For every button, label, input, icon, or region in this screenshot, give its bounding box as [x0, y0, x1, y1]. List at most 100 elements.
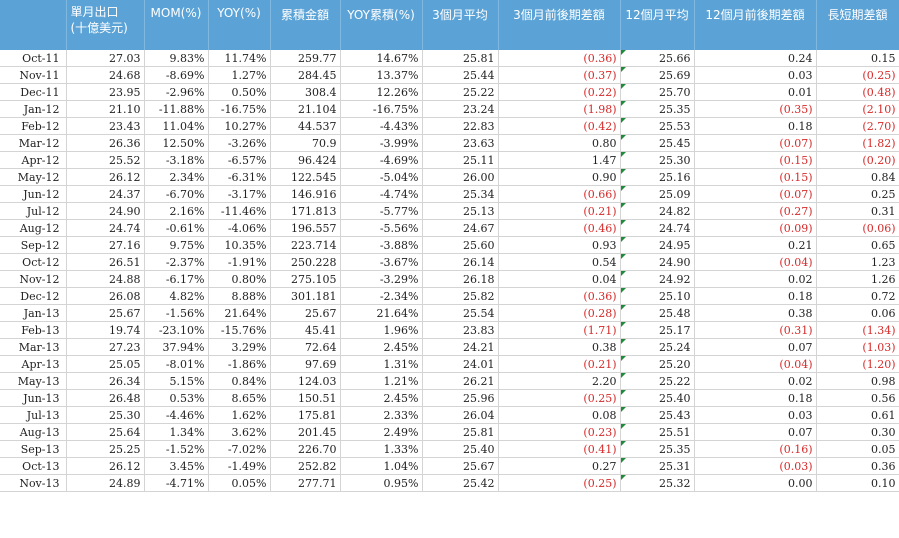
cell-month[interactable]: Mar-12	[0, 134, 67, 152]
cell-3m-diff[interactable]: 1.47	[498, 151, 621, 169]
cell-12m-diff[interactable]: 0.01	[694, 83, 817, 101]
cell-long-short-diff[interactable]: 0.72	[816, 287, 899, 305]
cell-yoy[interactable]: 1.27%	[208, 66, 271, 84]
cell-12m-diff[interactable]: 0.21	[694, 236, 817, 254]
cell-12m-avg[interactable]: 25.09	[620, 185, 695, 203]
cell-cumulative[interactable]: 275.105	[270, 270, 341, 288]
cell-yoy[interactable]: 0.05%	[208, 474, 271, 492]
cell-long-short-diff[interactable]: 0.56	[816, 389, 899, 407]
cell-cumulative[interactable]: 252.82	[270, 457, 341, 475]
cell-month[interactable]: Jun-13	[0, 389, 67, 407]
cell-monthly-export[interactable]: 25.05	[66, 355, 145, 373]
cell-3m-avg[interactable]: 23.24	[422, 100, 499, 118]
cell-month[interactable]: Oct-11	[0, 50, 67, 67]
header-cumulative[interactable]: 累積金額	[270, 0, 341, 50]
cell-12m-diff[interactable]: 0.24	[694, 50, 817, 67]
cell-long-short-diff[interactable]: 0.84	[816, 168, 899, 186]
cell-yoy-cumulative[interactable]: -4.43%	[340, 117, 423, 135]
cell-yoy[interactable]: 1.62%	[208, 406, 271, 424]
cell-3m-avg[interactable]: 26.00	[422, 168, 499, 186]
cell-12m-avg[interactable]: 24.74	[620, 219, 695, 237]
cell-cumulative[interactable]: 175.81	[270, 406, 341, 424]
cell-long-short-diff[interactable]: (2.10)	[816, 100, 899, 118]
cell-yoy-cumulative[interactable]: -4.69%	[340, 151, 423, 169]
cell-yoy-cumulative[interactable]: -3.88%	[340, 236, 423, 254]
cell-3m-avg[interactable]: 25.34	[422, 185, 499, 203]
cell-12m-diff[interactable]: 0.02	[694, 270, 817, 288]
cell-yoy[interactable]: 3.62%	[208, 423, 271, 441]
cell-3m-diff[interactable]: (1.71)	[498, 321, 621, 339]
cell-12m-diff[interactable]: 0.07	[694, 423, 817, 441]
cell-mom[interactable]: 1.34%	[144, 423, 209, 441]
cell-yoy[interactable]: -1.49%	[208, 457, 271, 475]
cell-cumulative[interactable]: 124.03	[270, 372, 341, 390]
cell-3m-diff[interactable]: (0.21)	[498, 355, 621, 373]
cell-12m-avg[interactable]: 25.20	[620, 355, 695, 373]
cell-3m-diff[interactable]: (0.28)	[498, 304, 621, 322]
cell-month[interactable]: Dec-12	[0, 287, 67, 305]
cell-mom[interactable]: -0.61%	[144, 219, 209, 237]
cell-yoy-cumulative[interactable]: -2.34%	[340, 287, 423, 305]
cell-yoy-cumulative[interactable]: 21.64%	[340, 304, 423, 322]
cell-3m-diff[interactable]: (0.25)	[498, 474, 621, 492]
cell-yoy[interactable]: 8.88%	[208, 287, 271, 305]
cell-month[interactable]: Jan-13	[0, 304, 67, 322]
cell-mom[interactable]: -6.17%	[144, 270, 209, 288]
cell-monthly-export[interactable]: 25.25	[66, 440, 145, 458]
cell-long-short-diff[interactable]: 0.36	[816, 457, 899, 475]
cell-cumulative[interactable]: 284.45	[270, 66, 341, 84]
cell-12m-avg[interactable]: 25.40	[620, 389, 695, 407]
cell-yoy-cumulative[interactable]: 1.96%	[340, 321, 423, 339]
cell-cumulative[interactable]: 72.64	[270, 338, 341, 356]
cell-cumulative[interactable]: 150.51	[270, 389, 341, 407]
cell-mom[interactable]: -4.71%	[144, 474, 209, 492]
cell-yoy-cumulative[interactable]: 1.04%	[340, 457, 423, 475]
cell-mom[interactable]: -2.37%	[144, 253, 209, 271]
cell-3m-diff[interactable]: 0.80	[498, 134, 621, 152]
cell-long-short-diff[interactable]: 0.98	[816, 372, 899, 390]
cell-12m-diff[interactable]: (0.07)	[694, 134, 817, 152]
cell-monthly-export[interactable]: 24.89	[66, 474, 145, 492]
cell-yoy[interactable]: 0.80%	[208, 270, 271, 288]
cell-12m-diff[interactable]: 0.02	[694, 372, 817, 390]
cell-monthly-export[interactable]: 25.67	[66, 304, 145, 322]
cell-monthly-export[interactable]: 27.23	[66, 338, 145, 356]
cell-12m-avg[interactable]: 25.53	[620, 117, 695, 135]
cell-month[interactable]: Jul-13	[0, 406, 67, 424]
cell-monthly-export[interactable]: 26.48	[66, 389, 145, 407]
cell-monthly-export[interactable]: 21.10	[66, 100, 145, 118]
cell-yoy-cumulative[interactable]: 14.67%	[340, 50, 423, 67]
cell-yoy-cumulative[interactable]: 1.31%	[340, 355, 423, 373]
cell-12m-diff[interactable]: 0.18	[694, 117, 817, 135]
cell-cumulative[interactable]: 226.70	[270, 440, 341, 458]
cell-yoy[interactable]: 0.50%	[208, 83, 271, 101]
cell-3m-diff[interactable]: (0.22)	[498, 83, 621, 101]
cell-3m-diff[interactable]: 0.38	[498, 338, 621, 356]
cell-mom[interactable]: -1.52%	[144, 440, 209, 458]
cell-yoy-cumulative[interactable]: -16.75%	[340, 100, 423, 118]
cell-mom[interactable]: 11.04%	[144, 117, 209, 135]
cell-yoy[interactable]: 11.74%	[208, 50, 271, 67]
cell-mom[interactable]: -2.96%	[144, 83, 209, 101]
cell-long-short-diff[interactable]: (2.70)	[816, 117, 899, 135]
cell-mom[interactable]: -8.69%	[144, 66, 209, 84]
cell-3m-diff[interactable]: (0.46)	[498, 219, 621, 237]
cell-yoy[interactable]: -15.76%	[208, 321, 271, 339]
cell-12m-avg[interactable]: 25.45	[620, 134, 695, 152]
cell-yoy-cumulative[interactable]: -3.99%	[340, 134, 423, 152]
cell-3m-avg[interactable]: 22.83	[422, 117, 499, 135]
cell-month[interactable]: Nov-13	[0, 474, 67, 492]
cell-long-short-diff[interactable]: 0.61	[816, 406, 899, 424]
cell-3m-avg[interactable]: 25.82	[422, 287, 499, 305]
header-yoy[interactable]: YOY(%)	[208, 0, 271, 50]
cell-yoy[interactable]: -3.26%	[208, 134, 271, 152]
header-yoy-cumulative[interactable]: YOY累積(%)	[340, 0, 423, 50]
cell-3m-avg[interactable]: 24.67	[422, 219, 499, 237]
cell-mom[interactable]: -6.70%	[144, 185, 209, 203]
cell-mom[interactable]: 37.94%	[144, 338, 209, 356]
cell-monthly-export[interactable]: 24.68	[66, 66, 145, 84]
cell-3m-avg[interactable]: 25.44	[422, 66, 499, 84]
cell-3m-avg[interactable]: 23.83	[422, 321, 499, 339]
cell-yoy[interactable]: 8.65%	[208, 389, 271, 407]
cell-yoy-cumulative[interactable]: 13.37%	[340, 66, 423, 84]
